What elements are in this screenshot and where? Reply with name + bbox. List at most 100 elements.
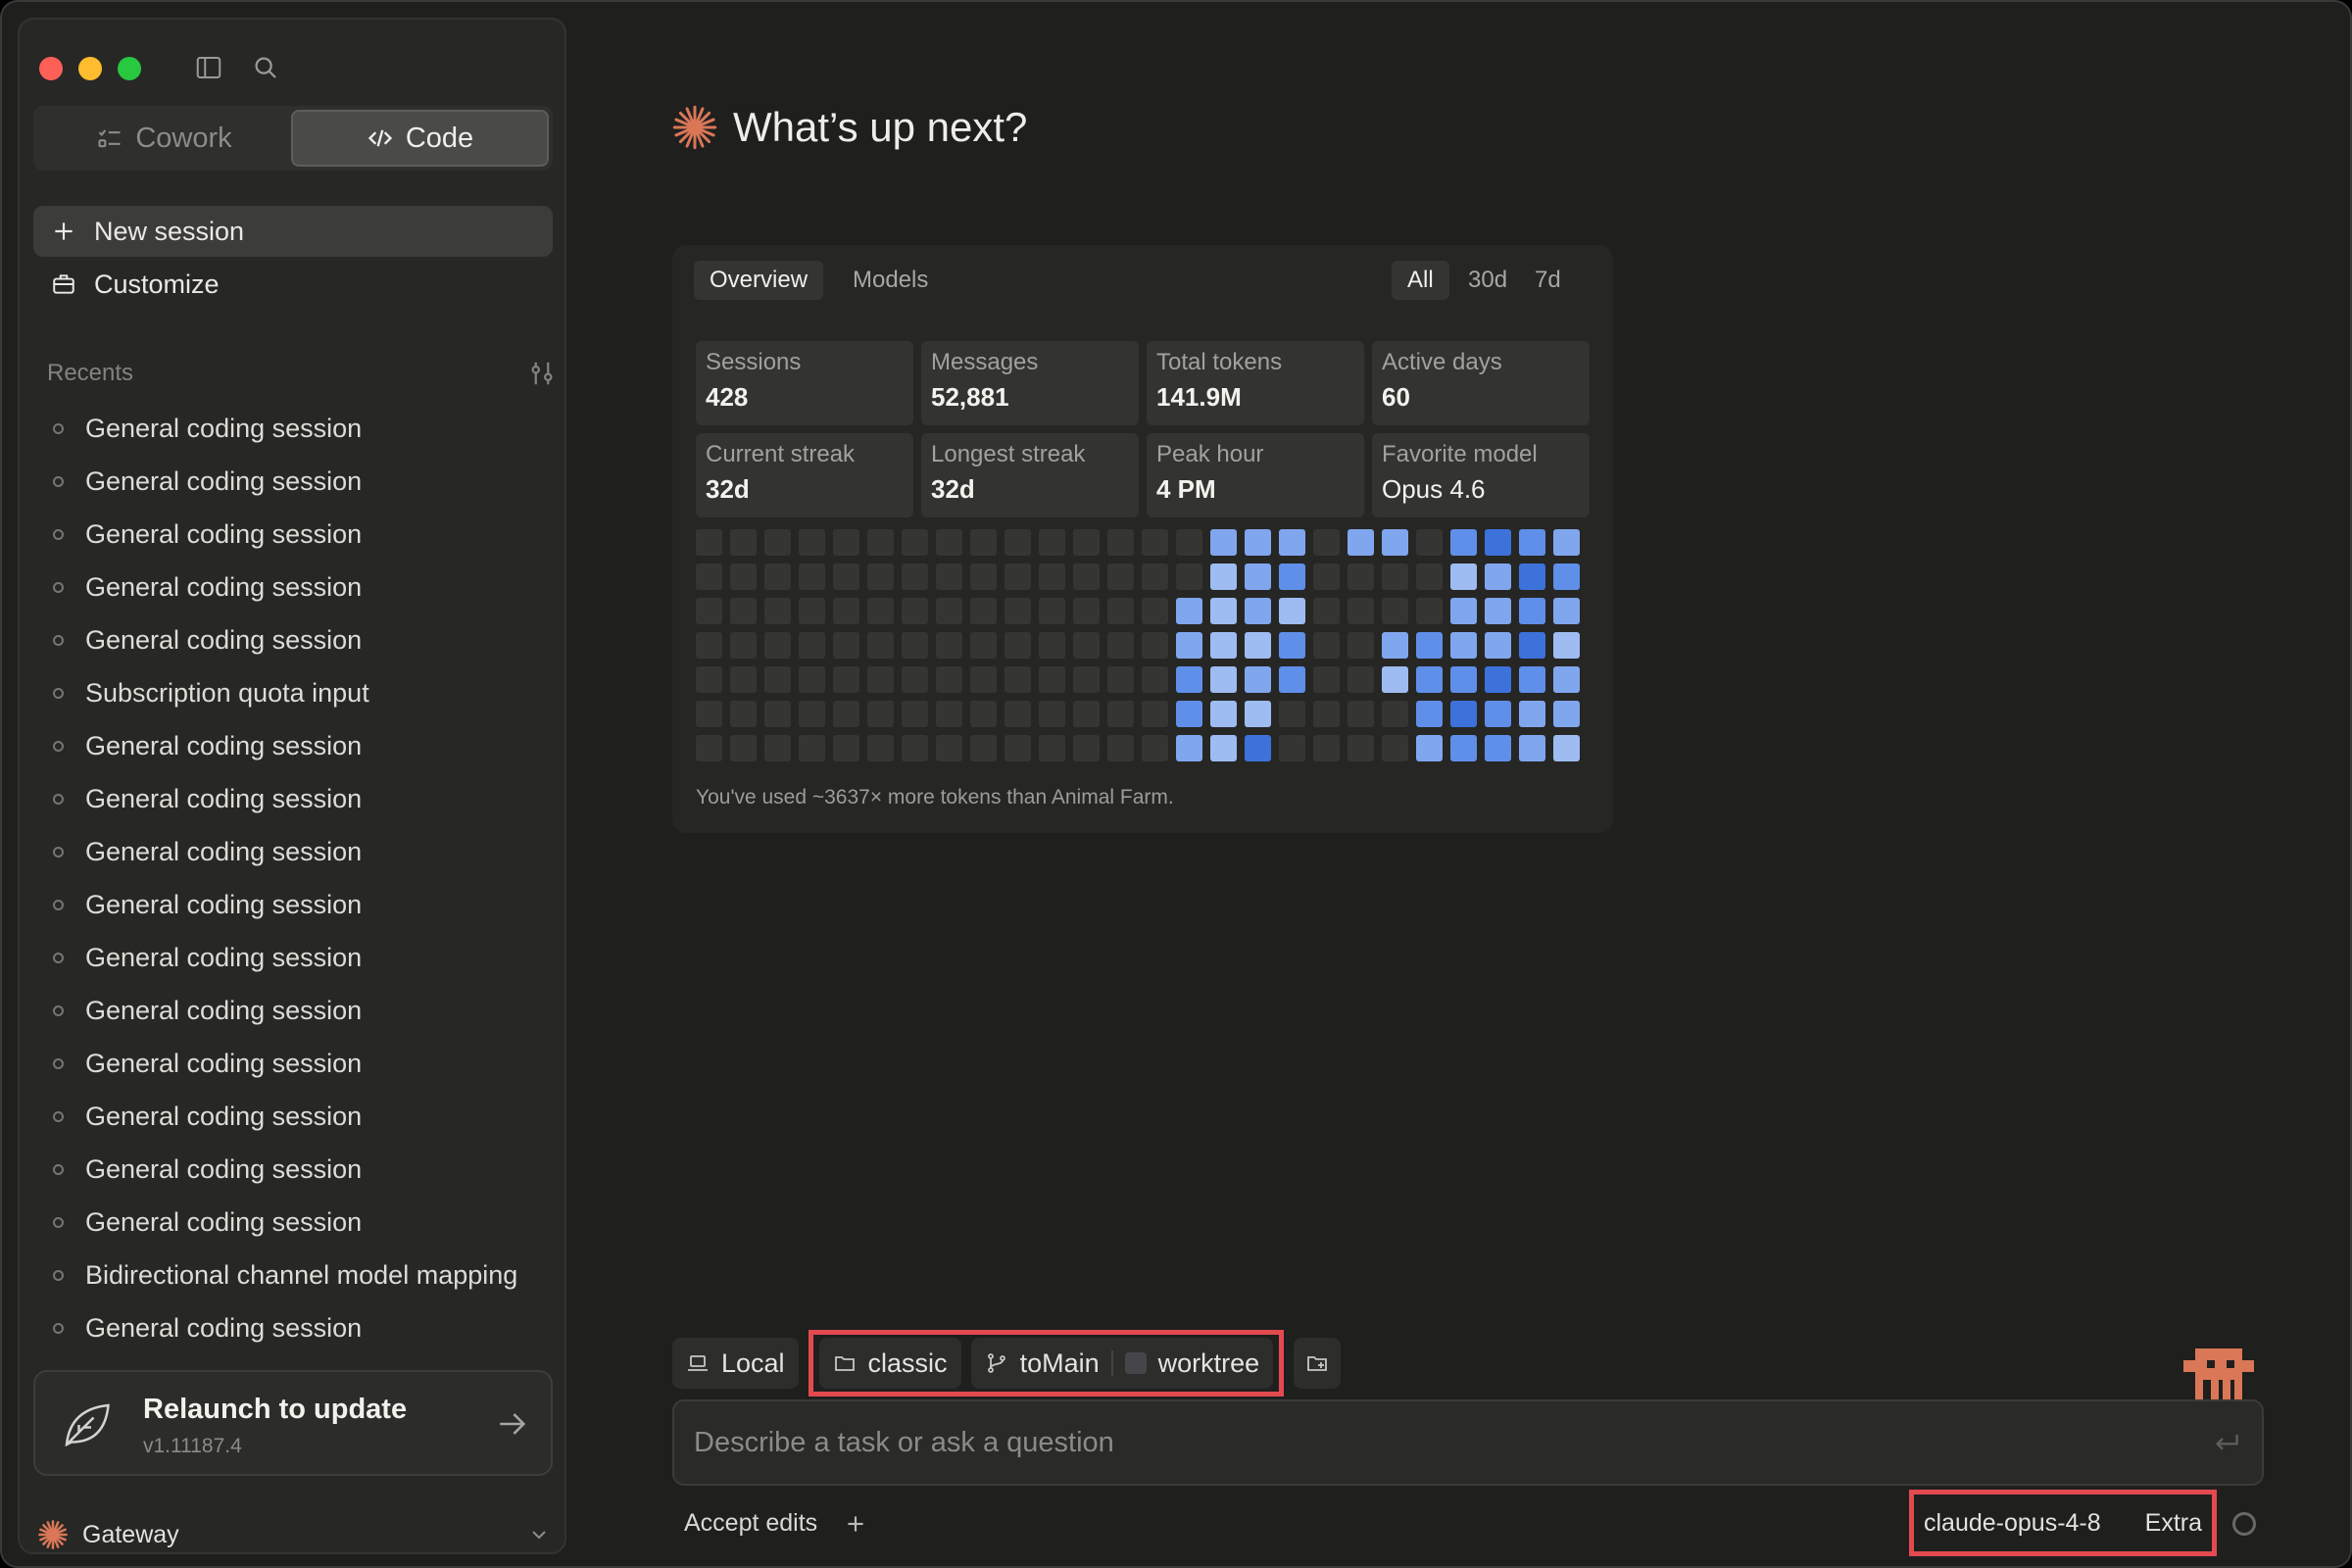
model-name: claude-opus-4-8 xyxy=(1924,1508,2101,1537)
heatmap-cell xyxy=(764,666,791,693)
mode-cowork-label: Cowork xyxy=(135,122,232,154)
heatmap-cell xyxy=(1039,564,1065,590)
enter-icon[interactable] xyxy=(2211,1427,2242,1458)
heatmap-cell xyxy=(1245,564,1271,590)
heatmap-cell xyxy=(1073,564,1100,590)
recent-session-item[interactable]: General coding session xyxy=(49,1301,559,1354)
heatmap-cell xyxy=(1004,598,1031,624)
sidebar: Cowork Code New session Customize Recent… xyxy=(18,18,566,1554)
mode-code-label: Code xyxy=(405,122,474,154)
heatmap-cell xyxy=(1176,666,1202,693)
prompt-input[interactable] xyxy=(694,1426,2211,1459)
search-icon[interactable] xyxy=(251,53,280,82)
plus-icon[interactable] xyxy=(843,1511,868,1537)
heatmap-cell xyxy=(1245,598,1271,624)
heatmap-cell xyxy=(799,529,825,556)
close-window-button[interactable] xyxy=(39,57,63,80)
heatmap-cell xyxy=(1416,735,1443,761)
stat-value: 4 PM xyxy=(1156,474,1216,504)
claude-logo-icon xyxy=(38,1520,68,1549)
heatmap-cell xyxy=(1382,598,1408,624)
branch-chip[interactable]: toMain worktree xyxy=(970,1338,1274,1389)
recent-session-item[interactable]: Bidirectional channel model mapping xyxy=(49,1249,559,1301)
usage-stats-panel: Overview Models All 30d 7d Sessions 428 Me… xyxy=(672,245,1613,833)
range-30d[interactable]: 30d xyxy=(1452,261,1523,300)
heatmap-cell xyxy=(696,632,722,659)
stat-value: 60 xyxy=(1382,382,1410,412)
sidebar-toggle-icon[interactable] xyxy=(194,53,223,82)
new-session-label: New session xyxy=(94,216,245,246)
heatmap-cell xyxy=(1107,632,1134,659)
add-folder-button[interactable] xyxy=(1294,1338,1342,1389)
heatmap-cell xyxy=(1450,701,1477,727)
tab-models[interactable]: Models xyxy=(837,261,944,300)
heatmap-cell xyxy=(1279,666,1305,693)
heatmap-cell xyxy=(833,735,859,761)
heatmap-cell xyxy=(1279,529,1305,556)
heatmap-cell xyxy=(1142,529,1168,556)
mode-code[interactable]: Code xyxy=(291,110,549,167)
zoom-window-button[interactable] xyxy=(118,57,141,80)
prompt-box xyxy=(672,1399,2264,1486)
heatmap-cell xyxy=(1485,666,1511,693)
heatmap-cell xyxy=(1210,735,1237,761)
heatmap-cell xyxy=(970,564,997,590)
tab-overview[interactable]: Overview xyxy=(694,261,824,300)
heatmap-cell xyxy=(1450,666,1477,693)
recent-session-item[interactable]: General coding session xyxy=(49,825,559,878)
recent-session-item[interactable]: General coding session xyxy=(49,508,559,561)
heatmap-cell xyxy=(902,529,928,556)
customize-button[interactable]: Customize xyxy=(33,259,553,310)
heatmap-cell xyxy=(1485,598,1511,624)
stat-label: Sessions xyxy=(706,349,802,375)
filter-icon[interactable] xyxy=(527,359,557,388)
recents-list: General coding session General coding ses… xyxy=(49,402,559,1378)
recent-session-item[interactable]: General coding session xyxy=(49,1037,559,1090)
folder-chip[interactable]: classic xyxy=(818,1338,961,1389)
recent-session-item[interactable]: Subscription quota input xyxy=(49,666,559,719)
stat-card: Peak hour 4 PM xyxy=(1147,433,1364,517)
update-card[interactable]: Relaunch to update v1.11187.4 xyxy=(33,1370,553,1476)
recent-session-item[interactable]: General coding session xyxy=(49,984,559,1037)
session-status-icon xyxy=(53,687,64,699)
model-selector[interactable]: claude-opus-4-8 Extra xyxy=(1909,1490,2217,1556)
usage-footnote: You've used ~3637× more tokens than Anim… xyxy=(696,786,1174,808)
recent-session-item[interactable]: General coding session xyxy=(49,878,559,931)
recent-session-item[interactable]: General coding session xyxy=(49,772,559,825)
recent-session-item[interactable]: General coding session xyxy=(49,1090,559,1143)
heatmap-cell xyxy=(867,666,894,693)
heatmap-cell xyxy=(1485,735,1511,761)
heatmap-cell xyxy=(1348,735,1374,761)
mode-cowork[interactable]: Cowork xyxy=(37,110,291,167)
recent-session-item[interactable]: General coding session xyxy=(49,719,559,772)
folder-label: classic xyxy=(867,1348,948,1378)
range-7d[interactable]: 7d xyxy=(1519,261,1577,300)
recent-session-item[interactable]: General coding session xyxy=(49,455,559,508)
new-session-button[interactable]: New session xyxy=(33,206,553,257)
accept-edits-toggle[interactable]: Accept edits xyxy=(684,1509,817,1538)
heatmap-cell xyxy=(1485,564,1511,590)
recent-session-item[interactable]: General coding session xyxy=(49,931,559,984)
heatmap-cell xyxy=(1004,564,1031,590)
recent-session-item[interactable]: General coding session xyxy=(49,1196,559,1249)
account-label: Gateway xyxy=(82,1520,179,1548)
account-switcher[interactable]: Gateway xyxy=(37,1519,551,1550)
stat-value: 32d xyxy=(931,474,975,504)
recent-session-item[interactable]: General coding session xyxy=(49,613,559,666)
recent-session-item[interactable]: General coding session xyxy=(49,1143,559,1196)
heatmap-cell xyxy=(1176,735,1202,761)
range-all[interactable]: All xyxy=(1392,261,1449,300)
recent-session-item[interactable]: General coding session xyxy=(49,561,559,613)
recent-session-label: General coding session xyxy=(85,730,363,760)
recent-session-item[interactable]: General coding session xyxy=(49,402,559,455)
heatmap-cell xyxy=(1210,598,1237,624)
environment-chip[interactable]: Local xyxy=(672,1338,799,1389)
minimize-window-button[interactable] xyxy=(78,57,102,80)
worktree-checkbox[interactable] xyxy=(1124,1352,1147,1374)
heatmap-cell xyxy=(799,564,825,590)
heatmap-cell xyxy=(1553,735,1580,761)
heatmap-cell xyxy=(1279,598,1305,624)
recent-session-label: General coding session xyxy=(85,783,363,813)
heatmap-cell xyxy=(970,632,997,659)
stat-value: 32d xyxy=(706,474,750,504)
